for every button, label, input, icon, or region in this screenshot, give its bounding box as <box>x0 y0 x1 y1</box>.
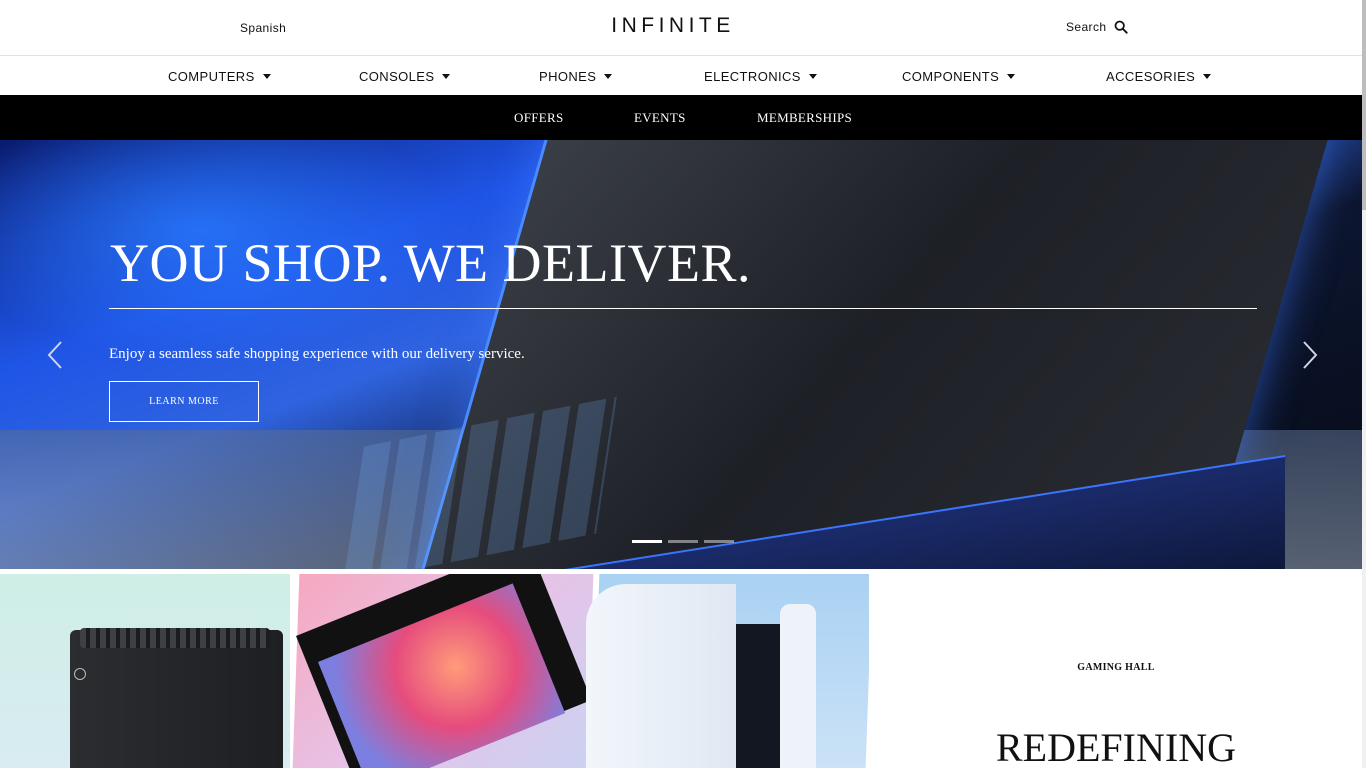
nav-item-components[interactable]: COMPONENTS <box>902 69 1016 84</box>
nav-item-consoles[interactable]: CONSOLES <box>359 69 451 84</box>
nav-label: ACCESORIES <box>1106 69 1196 84</box>
subnav-item-events[interactable]: EVENTS <box>634 110 686 126</box>
carousel-dot-2[interactable] <box>668 540 698 543</box>
caret-down-icon <box>1007 74 1016 79</box>
chevron-right-icon[interactable] <box>1300 340 1320 370</box>
gaming-title: REDEFINING <box>996 725 1236 770</box>
hero-carousel: YOU SHOP. WE DELIVER. Enjoy a seamless s… <box>0 140 1362 569</box>
category-nav: COMPUTERS CONSOLES PHONES ELECTRONICS CO… <box>0 56 1362 94</box>
carousel-indicators <box>632 540 734 543</box>
gaming-hall-section: GAMING HALL REDEFINING <box>870 574 1362 770</box>
subnav-item-memberships[interactable]: MEMBERSHIPS <box>757 110 852 126</box>
nav-label: PHONES <box>539 69 597 84</box>
learn-more-button[interactable]: LEARN MORE <box>109 381 259 422</box>
hero-divider <box>109 308 1257 309</box>
caret-down-icon <box>262 74 271 79</box>
xbox-logo-icon <box>74 668 86 680</box>
nav-item-phones[interactable]: PHONES <box>539 69 613 84</box>
subnav-item-offers[interactable]: OFFERS <box>514 110 564 126</box>
page-scrollbar[interactable] <box>1362 0 1366 768</box>
search-button[interactable]: Search <box>1066 20 1129 34</box>
search-icon <box>1115 20 1129 34</box>
gaming-eyebrow: GAMING HALL <box>1077 662 1155 673</box>
caret-down-icon <box>808 74 817 79</box>
nav-label: COMPUTERS <box>168 69 255 84</box>
search-label: Search <box>1066 20 1107 34</box>
nav-label: ELECTRONICS <box>704 69 801 84</box>
hero-title: YOU SHOP. WE DELIVER. <box>110 233 751 293</box>
caret-down-icon <box>442 74 451 79</box>
ps5-console-image <box>586 584 736 768</box>
nav-item-electronics[interactable]: ELECTRONICS <box>704 69 817 84</box>
scrollbar-thumb[interactable] <box>1362 0 1366 210</box>
xbox-console-image <box>70 630 283 768</box>
caret-down-icon <box>1203 74 1212 79</box>
top-header: Spanish INFINITE Search <box>0 0 1362 56</box>
carousel-dot-3[interactable] <box>704 540 734 543</box>
nav-item-computers[interactable]: COMPUTERS <box>168 69 271 84</box>
nav-label: COMPONENTS <box>902 69 1000 84</box>
hero-subtitle: Enjoy a seamless safe shopping experienc… <box>109 346 525 362</box>
nav-label: CONSOLES <box>359 69 435 84</box>
carousel-dot-1[interactable] <box>632 540 662 543</box>
chevron-left-icon[interactable] <box>45 340 65 370</box>
xbox-vent-image <box>80 628 270 648</box>
nav-item-accesories[interactable]: ACCESORIES <box>1106 69 1212 84</box>
site-logo[interactable]: INFINITE <box>0 14 1346 38</box>
secondary-nav: OFFERS EVENTS MEMBERSHIPS <box>0 95 1362 140</box>
caret-down-icon <box>604 74 613 79</box>
consoles-promo-image[interactable] <box>0 574 869 768</box>
ps5-wing-image <box>780 604 816 768</box>
